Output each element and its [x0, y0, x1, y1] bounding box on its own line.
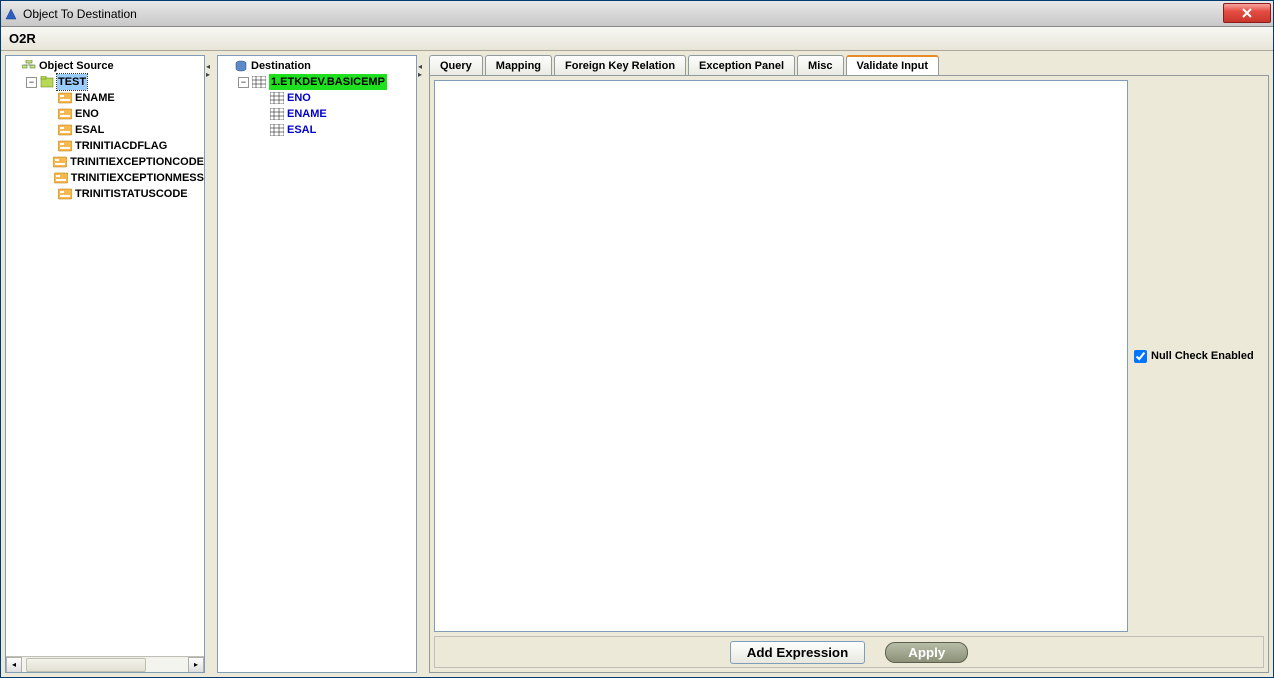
field-label: ENAME — [75, 90, 115, 106]
add-expression-button[interactable]: Add Expression — [730, 641, 865, 664]
column-icon — [270, 92, 284, 104]
expander-icon[interactable]: − — [238, 77, 249, 88]
apply-button[interactable]: Apply — [885, 642, 968, 663]
null-check-label: Null Check Enabled — [1151, 350, 1254, 362]
tab-body: Null Check Enabled Add Expression Apply — [429, 75, 1269, 673]
window-title: Object To Destination — [23, 7, 137, 21]
field-label: ENAME — [287, 106, 327, 122]
tab-misc[interactable]: Misc — [797, 55, 843, 75]
destination-root-icon — [234, 60, 248, 72]
tree-field-item[interactable]: ENO — [256, 90, 416, 106]
field-icon — [54, 172, 68, 184]
field-label: ESAL — [287, 122, 316, 138]
field-label: TRINITISTATUSCODE — [75, 186, 188, 202]
destination-node-label[interactable]: 1.ETKDEV.BASICEMP — [269, 74, 387, 90]
splitter-right[interactable]: ◂ ▸ — [417, 55, 423, 673]
destination-panel: Destination − 1.ETKDEV.BASICEMP — [217, 55, 417, 673]
null-check-checkbox[interactable] — [1134, 350, 1147, 363]
tree-field-item[interactable]: ENAME — [256, 106, 416, 122]
field-label: TRINITIEXCEPTIONCODE — [70, 154, 204, 170]
app-icon — [5, 8, 17, 20]
app-window: Object To Destination O2R Object Sourc — [0, 0, 1274, 678]
field-label: TRINITIEXCEPTIONMESS — [71, 170, 204, 186]
column-icon — [270, 124, 284, 136]
expression-textarea[interactable] — [434, 80, 1128, 632]
folder-icon — [40, 76, 54, 88]
right-pane: QueryMappingForeign Key RelationExceptio… — [429, 55, 1269, 673]
scroll-right-button[interactable]: ▸ — [188, 657, 204, 673]
expander-icon[interactable]: − — [26, 77, 37, 88]
tree-spacer — [44, 109, 55, 120]
scroll-track[interactable] — [22, 658, 188, 672]
tree-spacer — [256, 109, 267, 120]
field-label: ENO — [287, 90, 311, 106]
tree-field-item[interactable]: ENO — [44, 106, 204, 122]
column-icon — [270, 108, 284, 120]
scroll-thumb[interactable] — [26, 658, 146, 672]
tab-foreign-key-relation[interactable]: Foreign Key Relation — [554, 55, 686, 75]
tree-spacer — [44, 93, 55, 104]
field-label: ESAL — [75, 122, 104, 138]
tree-spacer — [256, 93, 267, 104]
field-label: ENO — [75, 106, 99, 122]
tree-spacer — [44, 173, 51, 184]
tree-spacer — [44, 141, 55, 152]
titlebar: Object To Destination — [1, 1, 1273, 27]
tab-query[interactable]: Query — [429, 55, 483, 75]
source-root-label: Object Source — [39, 58, 114, 74]
source-tree[interactable]: Object Source − TEST — [6, 56, 204, 656]
tree-field-item[interactable]: TRINITISTATUSCODE — [44, 186, 204, 202]
scroll-left-button[interactable]: ◂ — [6, 657, 22, 673]
tree-field-item[interactable]: ESAL — [44, 122, 204, 138]
tree-spacer — [44, 189, 55, 200]
null-check-group: Null Check Enabled — [1134, 80, 1264, 632]
validate-input-area: Null Check Enabled — [434, 80, 1264, 632]
destination-tree[interactable]: Destination − 1.ETKDEV.BASICEMP — [218, 56, 416, 672]
field-icon — [58, 188, 72, 200]
object-source-panel: Object Source − TEST — [5, 55, 205, 673]
field-icon — [53, 156, 67, 168]
field-icon — [58, 140, 72, 152]
tree-spacer — [256, 125, 267, 136]
subheader-label: O2R — [9, 31, 36, 46]
source-node-label[interactable]: TEST — [57, 74, 87, 90]
tab-validate-input[interactable]: Validate Input — [846, 55, 940, 75]
tree-spacer — [220, 61, 231, 72]
tree-spacer — [8, 61, 19, 72]
action-bar: Add Expression Apply — [434, 636, 1264, 668]
splitter-left[interactable]: ◂ ▸ — [205, 55, 211, 673]
field-icon — [58, 108, 72, 120]
tab-exception-panel[interactable]: Exception Panel — [688, 55, 795, 75]
table-icon — [252, 76, 266, 88]
tree-root-icon — [22, 60, 36, 72]
tree-spacer — [44, 125, 55, 136]
splitter-arrow-right-icon: ▸ — [206, 71, 210, 79]
tree-field-item[interactable]: TRINITIACDFLAG — [44, 138, 204, 154]
tab-bar: QueryMappingForeign Key RelationExceptio… — [429, 55, 1269, 75]
tree-field-item[interactable]: TRINITIEXCEPTIONMESS — [44, 170, 204, 186]
field-label: TRINITIACDFLAG — [75, 138, 167, 154]
tab-mapping[interactable]: Mapping — [485, 55, 552, 75]
tree-field-item[interactable]: ENAME — [44, 90, 204, 106]
field-icon — [58, 92, 72, 104]
subheader: O2R — [1, 27, 1273, 51]
tree-field-item[interactable]: TRINITIEXCEPTIONCODE — [44, 154, 204, 170]
field-icon — [58, 124, 72, 136]
close-button[interactable] — [1223, 3, 1271, 23]
tree-field-item[interactable]: ESAL — [256, 122, 416, 138]
splitter-arrow-right-icon: ▸ — [418, 71, 422, 79]
workspace: Object Source − TEST — [1, 51, 1273, 677]
horizontal-scrollbar[interactable]: ◂ ▸ — [6, 656, 204, 672]
destination-root-label: Destination — [251, 58, 311, 74]
tree-spacer — [44, 157, 50, 168]
